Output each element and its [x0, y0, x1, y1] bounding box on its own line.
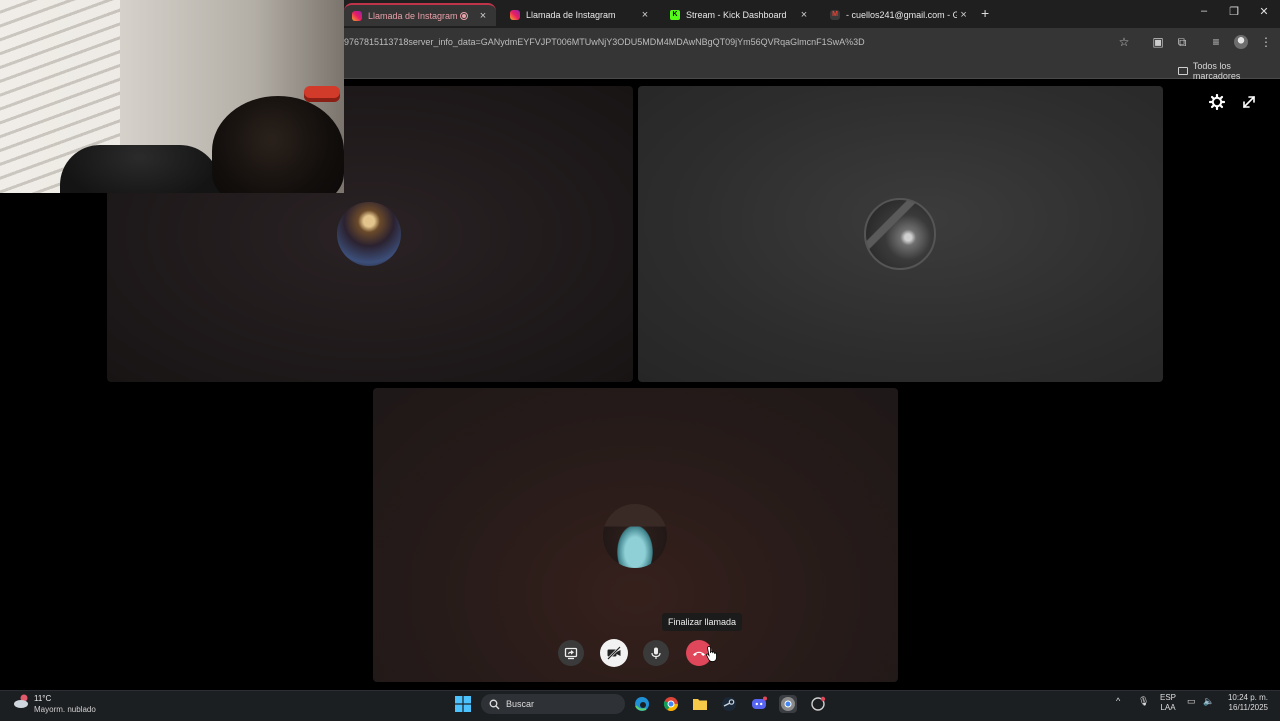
camera-toggle-button[interactable]	[600, 639, 628, 667]
file-explorer-app[interactable]	[691, 695, 709, 713]
app-icon	[811, 696, 826, 711]
settings-gear-icon[interactable]	[1209, 94, 1225, 110]
app-badge[interactable]	[809, 695, 827, 713]
tab-instagram-call-active[interactable]: Llamada de Instagram ×	[344, 3, 496, 26]
close-icon[interactable]: ×	[476, 10, 490, 22]
microphone-button[interactable]	[643, 640, 669, 666]
discord-icon	[752, 696, 767, 709]
restore-icon[interactable]: ❐	[1224, 5, 1244, 18]
clock-time: 10:24 p. m.	[1227, 693, 1268, 702]
extension-icon[interactable]: ▣	[1150, 34, 1166, 50]
end-call-tooltip: Finalizar llamada	[662, 613, 743, 631]
steam-app[interactable]	[720, 695, 738, 713]
url-field[interactable]: 9767815113718server_info_data=GANydmEYFV…	[344, 37, 865, 47]
window-close-icon[interactable]: ✕	[1254, 5, 1274, 18]
edge-icon	[635, 697, 649, 711]
instagram-icon	[510, 9, 520, 20]
folder-icon	[1178, 67, 1188, 75]
close-icon[interactable]: ×	[797, 9, 811, 21]
chrome-icon	[781, 697, 795, 711]
minimize-icon[interactable]: –	[1194, 5, 1214, 17]
participant-avatar-1	[337, 202, 401, 266]
puzzle-icon[interactable]: ⧉	[1174, 34, 1190, 50]
tab-title: - cuellos241@gmail.com - Gm	[846, 9, 958, 20]
weather-temperature: 11°C	[34, 694, 52, 703]
participant-tile-3	[373, 388, 898, 682]
participant-avatar-2	[864, 198, 936, 270]
all-bookmarks-button[interactable]: Todos los marcadores	[1178, 61, 1280, 81]
bookmark-star-icon[interactable]: ☆	[1116, 34, 1132, 50]
edge-app[interactable]	[633, 695, 651, 713]
microphone-icon	[651, 647, 661, 659]
participant-tile-2	[638, 86, 1163, 382]
new-tab-button[interactable]: +	[981, 5, 989, 21]
kick-icon: K	[670, 9, 680, 20]
participant-avatar-3	[603, 504, 667, 568]
close-icon[interactable]: ×	[638, 9, 652, 21]
search-icon	[489, 699, 500, 709]
network-icon[interactable]: ▭	[1187, 696, 1196, 707]
close-icon[interactable]: ×	[957, 9, 970, 21]
recording-icon	[460, 11, 468, 20]
steam-icon	[722, 697, 736, 711]
tab-instagram-call[interactable]: Llamada de Instagram ×	[502, 3, 658, 26]
weather-cloud-icon[interactable]	[13, 693, 31, 709]
menu-kebab-icon[interactable]: ⋮	[1258, 34, 1274, 50]
instagram-icon	[352, 10, 362, 21]
volume-icon[interactable]: 🔈	[1203, 696, 1214, 707]
tab-title: Llamada de Instagram	[526, 9, 616, 20]
windows-start-icon[interactable]	[455, 696, 471, 712]
tab-title: Llamada de Instagram	[368, 10, 458, 21]
tab-kick-dashboard[interactable]: K Stream - Kick Dashboard ×	[662, 3, 817, 26]
tab-gmail[interactable]: M - cuellos241@gmail.com - Gm ×	[822, 3, 976, 26]
language-layout: LAA	[1160, 703, 1176, 712]
tab-title: Stream - Kick Dashboard	[686, 9, 787, 20]
profile-avatar[interactable]	[1234, 35, 1248, 49]
tray-overflow-icon[interactable]: ^	[1116, 696, 1120, 706]
search-placeholder: Buscar	[506, 699, 535, 709]
all-bookmarks-label: Todos los marcadores	[1192, 61, 1241, 81]
input-language[interactable]: ESP LAA	[1160, 693, 1176, 713]
screen-share-icon	[564, 647, 578, 660]
toy-car	[304, 86, 340, 102]
gmail-icon: M	[830, 9, 840, 20]
discord-app[interactable]	[750, 695, 768, 713]
hand-cursor-icon	[706, 646, 717, 662]
clock-date: 16/11/2025	[1228, 703, 1268, 712]
camera-off-icon	[607, 646, 621, 660]
chrome-app-active[interactable]	[779, 695, 797, 713]
screen-share-button[interactable]	[558, 640, 584, 666]
media-control-icon[interactable]: ≡	[1208, 34, 1224, 50]
chrome-icon	[663, 697, 678, 711]
microphone-tray-icon[interactable]: 🎙	[1138, 696, 1149, 707]
language-code: ESP	[1160, 693, 1177, 702]
webcam-overlay	[0, 0, 344, 193]
folder-icon	[693, 699, 707, 710]
taskbar-search[interactable]: Buscar	[481, 694, 625, 714]
fullscreen-icon[interactable]	[1241, 94, 1257, 110]
chair	[60, 145, 220, 193]
chrome-app[interactable]	[662, 695, 680, 713]
weather-condition: Mayorm. nublado	[34, 705, 96, 714]
system-clock[interactable]: 10:24 p. m. 16/11/2025	[1226, 693, 1268, 713]
